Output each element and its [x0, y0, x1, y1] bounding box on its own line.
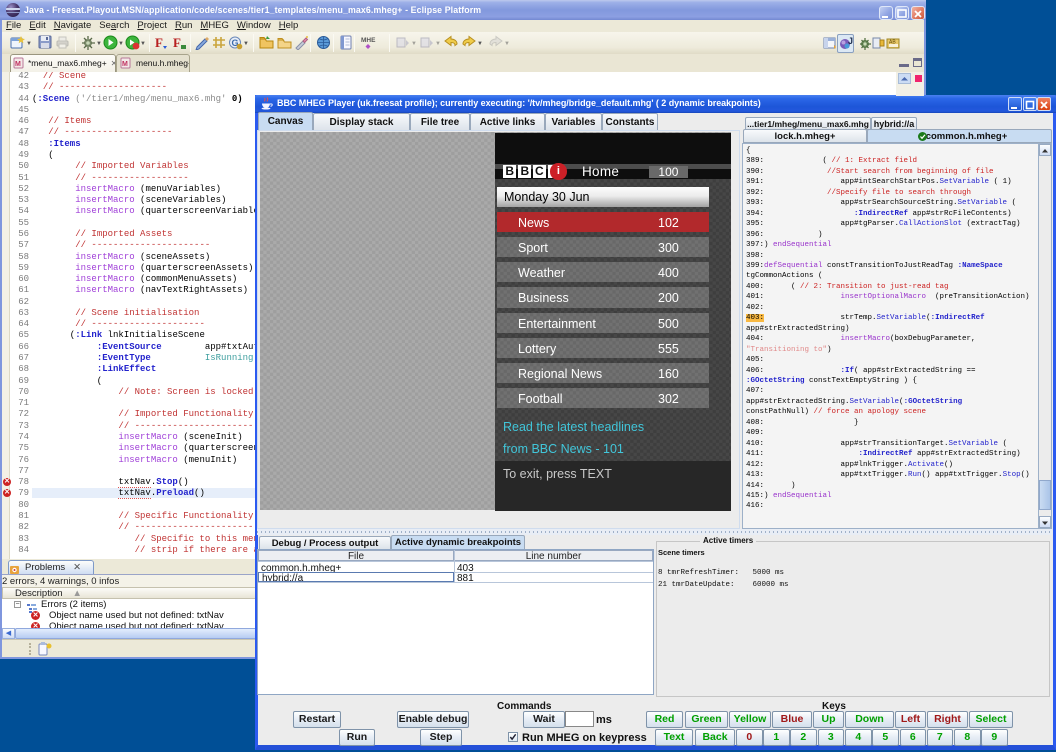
- svg-text:MHE: MHE: [361, 37, 376, 44]
- svg-text:AB: AB: [889, 40, 896, 46]
- svg-text:M: M: [122, 61, 128, 68]
- svg-text:F: F: [173, 35, 181, 50]
- svg-text:J: J: [848, 36, 853, 46]
- svg-text:F: F: [155, 35, 163, 50]
- svg-text:M: M: [15, 61, 21, 68]
